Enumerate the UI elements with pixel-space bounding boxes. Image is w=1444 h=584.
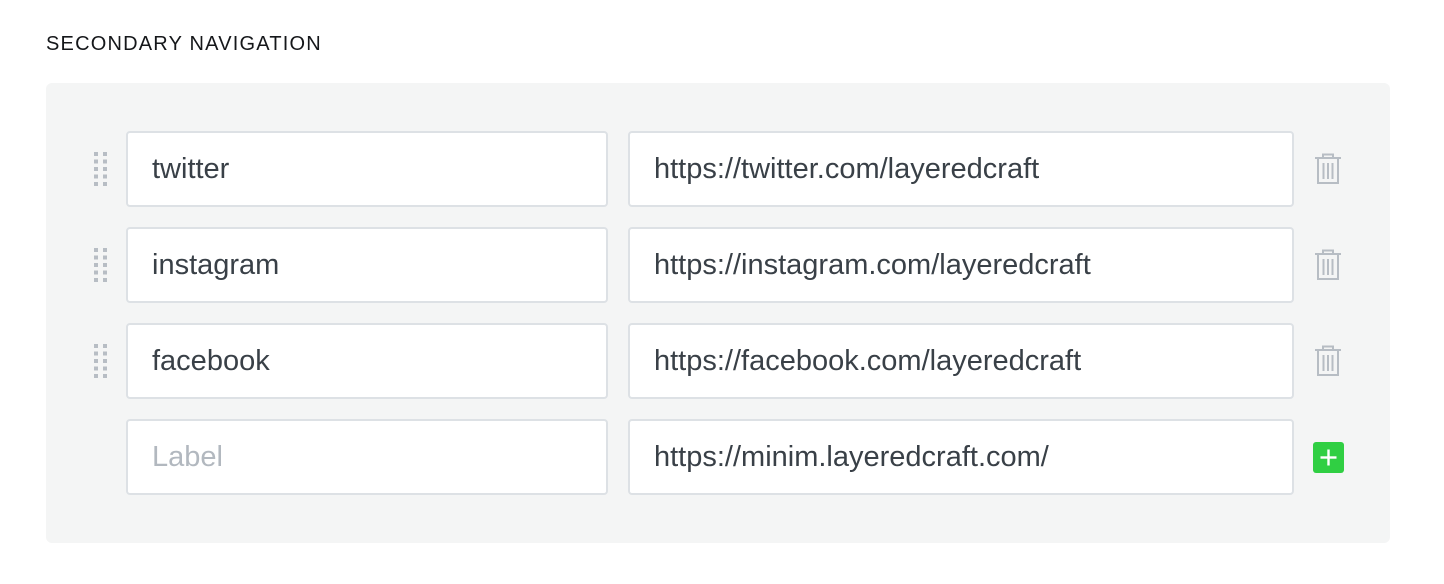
nav-url-input[interactable]: [628, 323, 1294, 399]
secondary-navigation-panel: [46, 83, 1390, 543]
nav-label-input[interactable]: [126, 131, 608, 207]
nav-url-input[interactable]: [628, 227, 1294, 303]
drag-handle-icon[interactable]: [93, 248, 109, 282]
new-url-input[interactable]: [628, 419, 1294, 495]
drag-handle-icon[interactable]: [93, 344, 109, 378]
trash-icon[interactable]: [1314, 249, 1342, 281]
nav-item-row: [46, 227, 1390, 303]
nav-label-input[interactable]: [126, 227, 608, 303]
plus-icon: [1320, 449, 1337, 466]
section-title: SECONDARY NAVIGATION: [46, 33, 322, 55]
new-label-input[interactable]: [126, 419, 608, 495]
drag-handle-icon[interactable]: [93, 152, 109, 186]
add-item-button[interactable]: [1313, 442, 1344, 473]
new-nav-item-row: [46, 419, 1390, 495]
trash-icon[interactable]: [1314, 153, 1342, 185]
nav-item-row: [46, 131, 1390, 207]
nav-url-input[interactable]: [628, 131, 1294, 207]
trash-icon[interactable]: [1314, 345, 1342, 377]
nav-label-input[interactable]: [126, 323, 608, 399]
nav-item-row: [46, 323, 1390, 399]
